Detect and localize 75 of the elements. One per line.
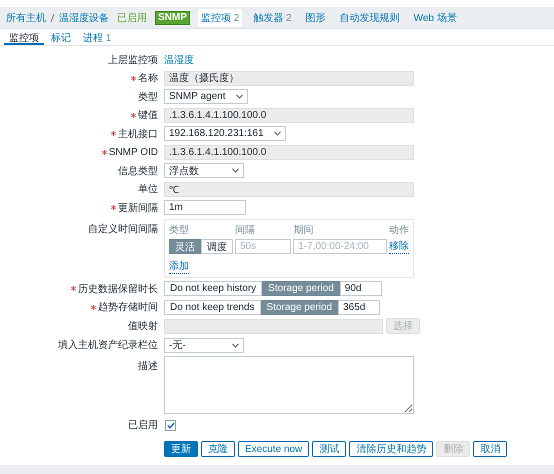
field-label: SNMP OID — [108, 146, 158, 158]
input-field[interactable]: 1m — [164, 200, 246, 215]
field-label: 主机接口 — [118, 128, 158, 140]
dropdown[interactable]: -无- — [164, 338, 244, 352]
nav-link[interactable]: Web 场景 — [410, 8, 460, 26]
caret-icon — [274, 131, 281, 136]
nav-link[interactable]: 自动发现规则 — [336, 8, 403, 26]
form-button[interactable]: 取消 — [473, 441, 508, 457]
form-tab[interactable]: 标记 — [46, 29, 76, 45]
field-label: 描述 — [138, 360, 158, 373]
storage-toggle[interactable]: Do not keep history — [164, 281, 262, 296]
form-button[interactable]: 清除历史和趋势 — [349, 441, 434, 457]
caret-icon — [232, 342, 239, 348]
period-field[interactable]: 365d — [338, 300, 380, 314]
caret-icon — [232, 168, 239, 173]
nav-link[interactable]: 监控项 2 — [198, 8, 242, 26]
nav-link[interactable]: 图形 — [302, 8, 329, 26]
enabled-checkbox[interactable] — [165, 420, 176, 430]
breadcrumb-link[interactable]: 温湿度设备 — [59, 10, 109, 24]
nav-link[interactable]: 触发器 2 — [250, 8, 295, 26]
checkmark-icon — [166, 422, 174, 428]
field-label: 名称 — [138, 72, 158, 85]
form-tab[interactable]: 监控项 — [4, 29, 44, 45]
required-icon — [91, 304, 96, 310]
host-status: 已启用 — [117, 12, 147, 24]
field-label: 填入主机资产纪录栏位 — [58, 338, 158, 352]
period-field[interactable]: 1-7,00:00-24:00 — [293, 238, 387, 254]
field-label: 已启用 — [128, 418, 158, 432]
type-toggle[interactable]: 调度 — [201, 238, 233, 254]
storage-toggle[interactable]: Storage period — [262, 281, 340, 296]
form-button[interactable]: 克隆 — [201, 441, 235, 457]
form-button[interactable]: Execute now — [238, 441, 310, 457]
form-button[interactable]: 更新 — [164, 441, 198, 457]
required-icon — [111, 131, 116, 136]
field-label: 信息类型 — [118, 164, 158, 178]
caret-icon — [236, 94, 243, 99]
readonly-field[interactable]: ℃ — [164, 182, 414, 196]
field-label: 单位 — [138, 182, 158, 196]
field-label: 历史数据保留时长 — [78, 282, 158, 296]
field-label: 键值 — [138, 108, 158, 122]
required-icon — [71, 286, 76, 291]
column-header: 期间 — [293, 224, 314, 236]
readonly-field[interactable]: 温度（摄氏度） — [164, 70, 414, 86]
required-icon — [131, 112, 136, 118]
interval-field[interactable]: 50s — [235, 238, 292, 254]
readonly-field[interactable]: .1.3.6.1.4.1.100.100.0 — [164, 144, 414, 160]
breadcrumb-link[interactable]: 所有主机 — [6, 10, 46, 24]
field-label: 自定义时间间隔 — [88, 222, 158, 236]
parent-item-link[interactable]: 温湿度 — [164, 52, 194, 66]
add-link[interactable]: 添加 — [169, 258, 189, 274]
column-header: 动作 — [389, 224, 409, 236]
field-label: 更新间隔 — [118, 202, 158, 214]
field-label: 值映射 — [128, 320, 158, 333]
form-button[interactable]: 测试 — [312, 441, 346, 457]
period-field[interactable]: 90d — [340, 281, 382, 296]
field-label: 类型 — [138, 90, 158, 104]
column-header: 类型 — [169, 224, 190, 236]
dropdown[interactable]: 192.168.120.231:161 — [164, 126, 286, 141]
remove-link[interactable]: 移除 — [389, 238, 409, 254]
form-tab[interactable]: 进程 1 — [78, 29, 116, 45]
required-icon — [102, 150, 107, 154]
description-field[interactable] — [164, 356, 414, 414]
storage-toggle[interactable]: Do not keep trends — [164, 300, 260, 314]
readonly-field[interactable]: .1.3.6.1.4.1.100.100.0 — [164, 108, 414, 122]
dropdown[interactable]: SNMP agent — [164, 89, 248, 104]
slash-icon — [50, 12, 55, 22]
field-label: 上层监控项 — [108, 54, 158, 66]
dropdown[interactable]: 浮点数 — [164, 163, 244, 178]
interface-badge: SNMP — [155, 10, 190, 24]
required-icon — [131, 76, 136, 80]
field-label: 趋势存储时间 — [98, 300, 158, 314]
column-header: 间隔 — [235, 224, 256, 236]
required-icon — [111, 205, 116, 210]
storage-toggle[interactable]: Storage period — [260, 300, 338, 314]
type-toggle[interactable]: 灵活 — [169, 238, 201, 254]
